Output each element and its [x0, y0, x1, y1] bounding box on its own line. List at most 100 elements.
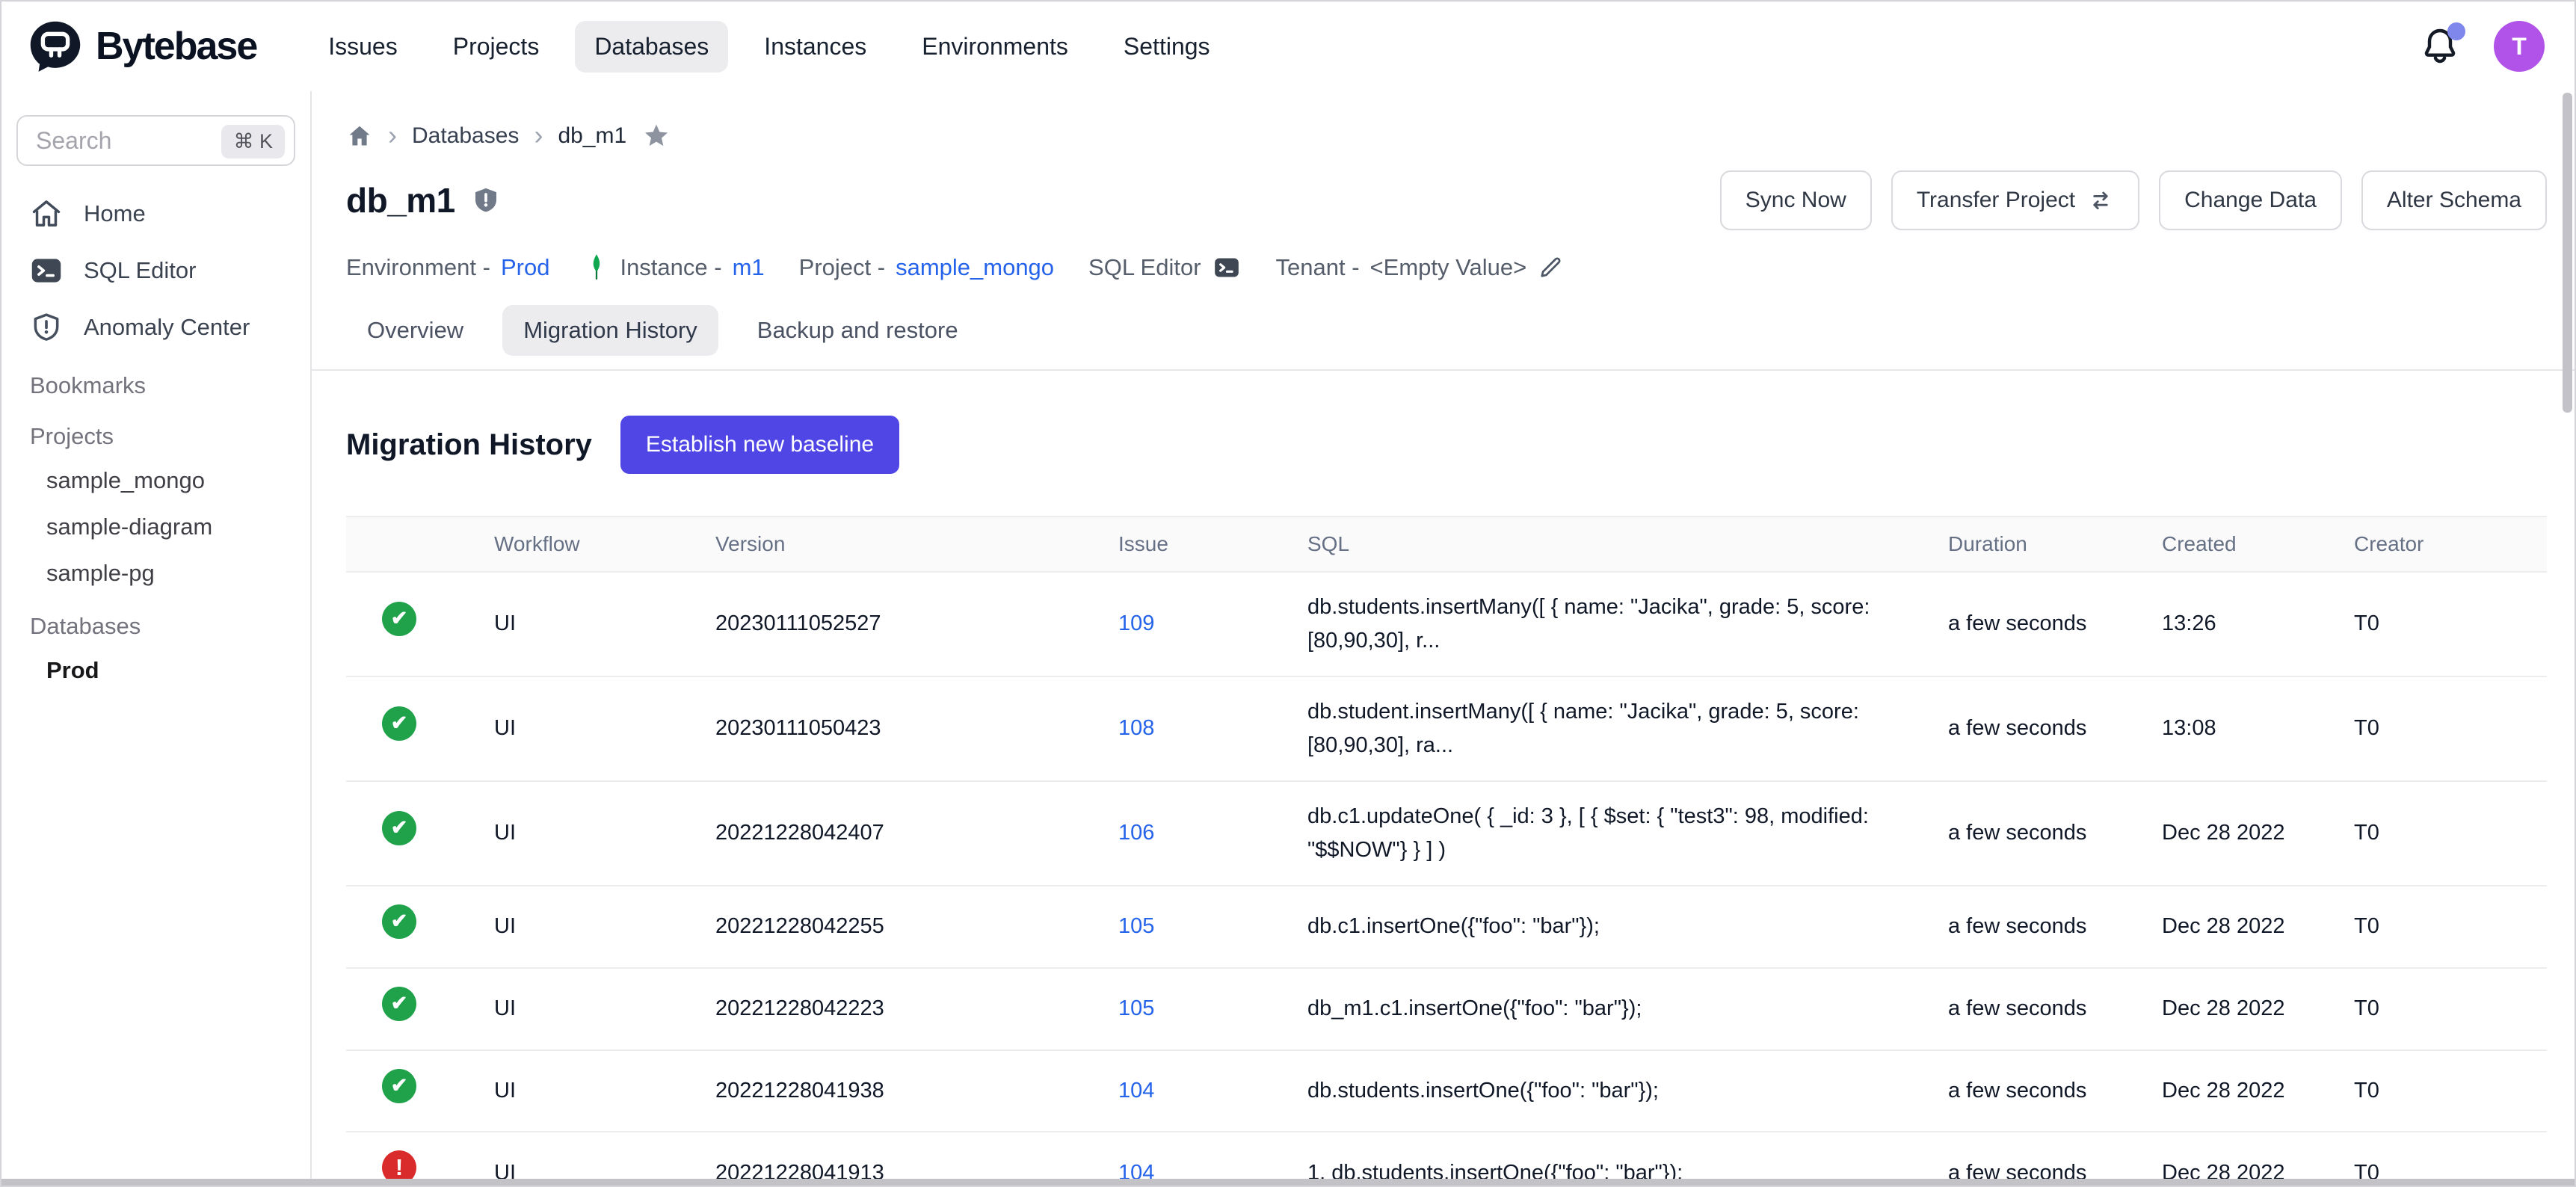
meta-sql-editor[interactable]: SQL Editor [1088, 253, 1241, 283]
table-row[interactable]: UI 20230111052527 109 db.students.insert… [346, 572, 2547, 676]
breadcrumb-databases[interactable]: Databases [412, 123, 519, 149]
row-sql: db.c1.insertOne({"foo": "bar"}); [1272, 886, 1912, 968]
row-created: Dec 28 2022 [2126, 968, 2318, 1050]
sidebar-item-anomaly-center[interactable]: Anomaly Center [1, 299, 310, 356]
row-sql: db_m1.c1.insertOne({"foo": "bar"}); [1272, 968, 1912, 1050]
user-avatar[interactable]: T [2494, 21, 2545, 72]
row-duration: a few seconds [1912, 676, 2126, 781]
sidebar-item-home[interactable]: Home [1, 185, 310, 242]
row-issue-link[interactable]: 106 [1118, 821, 1154, 845]
terminal-icon[interactable] [1212, 253, 1242, 283]
row-created: Dec 28 2022 [2126, 1050, 2318, 1132]
window-bottom-edge [1, 1179, 2575, 1186]
table-row[interactable]: UI 20221228042255 105 db.c1.insertOne({"… [346, 886, 2547, 968]
table-row[interactable]: UI 20230111050423 108 db.student.insertM… [346, 676, 2547, 781]
instance-label: Instance - [620, 254, 721, 281]
top-bar: Bytebase Issues Projects Databases Insta… [1, 1, 2575, 91]
row-issue-link[interactable]: 104 [1118, 1079, 1154, 1103]
table-row[interactable]: UI 20221228041938 104 db.students.insert… [346, 1050, 2547, 1132]
environment-link[interactable]: Prod [501, 254, 549, 281]
row-issue-link[interactable]: 108 [1118, 716, 1154, 740]
row-issue-link[interactable]: 105 [1118, 914, 1154, 938]
row-workflow: UI [458, 1050, 680, 1132]
row-workflow: UI [458, 886, 680, 968]
row-creator: T0 [2318, 781, 2547, 886]
row-version: 20230111052527 [680, 572, 1082, 676]
chevron-separator-icon [534, 122, 543, 150]
tab-backup-and-restore[interactable]: Backup and restore [736, 305, 979, 356]
alter-schema-button[interactable]: Alter Schema [2361, 170, 2547, 230]
column-issue: Issue [1082, 517, 1272, 572]
breadcrumb-home-icon[interactable] [346, 123, 373, 149]
sync-now-button[interactable]: Sync Now [1720, 170, 1872, 230]
breadcrumb-current: db_m1 [558, 123, 626, 149]
nav-item-databases[interactable]: Databases [575, 21, 728, 73]
database-shield-icon [470, 185, 502, 216]
row-sql: db.students.insertMany([ { name: "Jacika… [1272, 572, 1912, 676]
row-workflow: UI [458, 781, 680, 886]
row-duration: a few seconds [1912, 572, 2126, 676]
row-status-icon [382, 706, 416, 741]
column-status [346, 517, 458, 572]
bytebase-logo[interactable]: Bytebase [27, 18, 256, 75]
table-row[interactable]: UI 20221228042223 105 db_m1.c1.insertOne… [346, 968, 2547, 1050]
nav-item-instances[interactable]: Instances [745, 21, 886, 73]
row-workflow: UI [458, 572, 680, 676]
sidebar-database-prod[interactable]: Prod [1, 647, 310, 694]
row-version: 20221228042223 [680, 968, 1082, 1050]
row-created: Dec 28 2022 [2126, 781, 2318, 886]
sidebar-item-label: Anomaly Center [84, 314, 250, 341]
table-row[interactable]: UI 20221228042407 106 db.c1.updateOne( {… [346, 781, 2547, 886]
instance-link[interactable]: m1 [733, 254, 765, 281]
sidebar-section-projects: Projects [1, 407, 310, 457]
nav-item-settings[interactable]: Settings [1104, 21, 1230, 73]
sidebar-search: ⌘ K [16, 115, 295, 166]
change-data-button[interactable]: Change Data [2159, 170, 2342, 230]
app-window: Bytebase Issues Projects Databases Insta… [0, 0, 2576, 1187]
sidebar-item-sql-editor[interactable]: SQL Editor [1, 242, 310, 299]
page-header: db_m1 Sync Now Transfer Project [346, 170, 2547, 230]
sidebar-section-databases: Databases [1, 596, 310, 647]
meta-tenant: Tenant - <Empty Value> [1276, 254, 1565, 281]
row-created: 13:26 [2126, 572, 2318, 676]
column-duration: Duration [1912, 517, 2126, 572]
row-status-icon [382, 602, 416, 636]
migration-history-header: Migration History Establish new baseline [346, 416, 2547, 474]
edit-pencil-icon[interactable] [1537, 254, 1564, 281]
tenant-label: Tenant - [1276, 254, 1360, 281]
bell-notification-dot [2447, 22, 2465, 40]
nav-item-issues[interactable]: Issues [309, 21, 416, 73]
sidebar-project-sample-diagram[interactable]: sample-diagram [1, 504, 310, 550]
row-sql: db.student.insertMany([ { name: "Jacika"… [1272, 676, 1912, 781]
chevron-separator-icon [388, 122, 397, 150]
row-workflow: UI [458, 676, 680, 781]
project-link[interactable]: sample_mongo [896, 254, 1054, 281]
row-sql: db.c1.updateOne( { _id: 3 }, [ { $set: {… [1272, 781, 1912, 886]
sql-editor-label: SQL Editor [1088, 254, 1201, 281]
nav-item-projects[interactable]: Projects [434, 21, 559, 73]
row-issue-link[interactable]: 105 [1118, 996, 1154, 1020]
row-duration: a few seconds [1912, 886, 2126, 968]
mongodb-leaf-icon [584, 253, 609, 283]
column-version: Version [680, 517, 1082, 572]
bytebase-logo-icon [27, 18, 84, 75]
transfer-project-button[interactable]: Transfer Project [1891, 170, 2139, 230]
tab-overview[interactable]: Overview [346, 305, 484, 356]
migration-history-table: Workflow Version Issue SQL Duration Crea… [346, 516, 2547, 1187]
tenant-value: <Empty Value> [1370, 254, 1527, 281]
tab-migration-history[interactable]: Migration History [502, 305, 718, 356]
row-version: 20230111050423 [680, 676, 1082, 781]
nav-item-environments[interactable]: Environments [902, 21, 1088, 73]
sidebar-project-sample-mongo[interactable]: sample_mongo [1, 457, 310, 504]
row-issue-link[interactable]: 109 [1118, 611, 1154, 635]
notifications-button[interactable] [2419, 25, 2461, 67]
terminal-icon [30, 254, 63, 287]
page-title: db_m1 [346, 180, 455, 221]
column-created: Created [2126, 517, 2318, 572]
establish-baseline-button[interactable]: Establish new baseline [620, 416, 899, 474]
bookmark-star-icon[interactable] [641, 121, 671, 151]
row-duration: a few seconds [1912, 781, 2126, 886]
vertical-scrollbar[interactable] [2563, 93, 2572, 413]
tab-bar: Overview Migration History Backup and re… [312, 305, 2576, 371]
sidebar-project-sample-pg[interactable]: sample-pg [1, 550, 310, 596]
